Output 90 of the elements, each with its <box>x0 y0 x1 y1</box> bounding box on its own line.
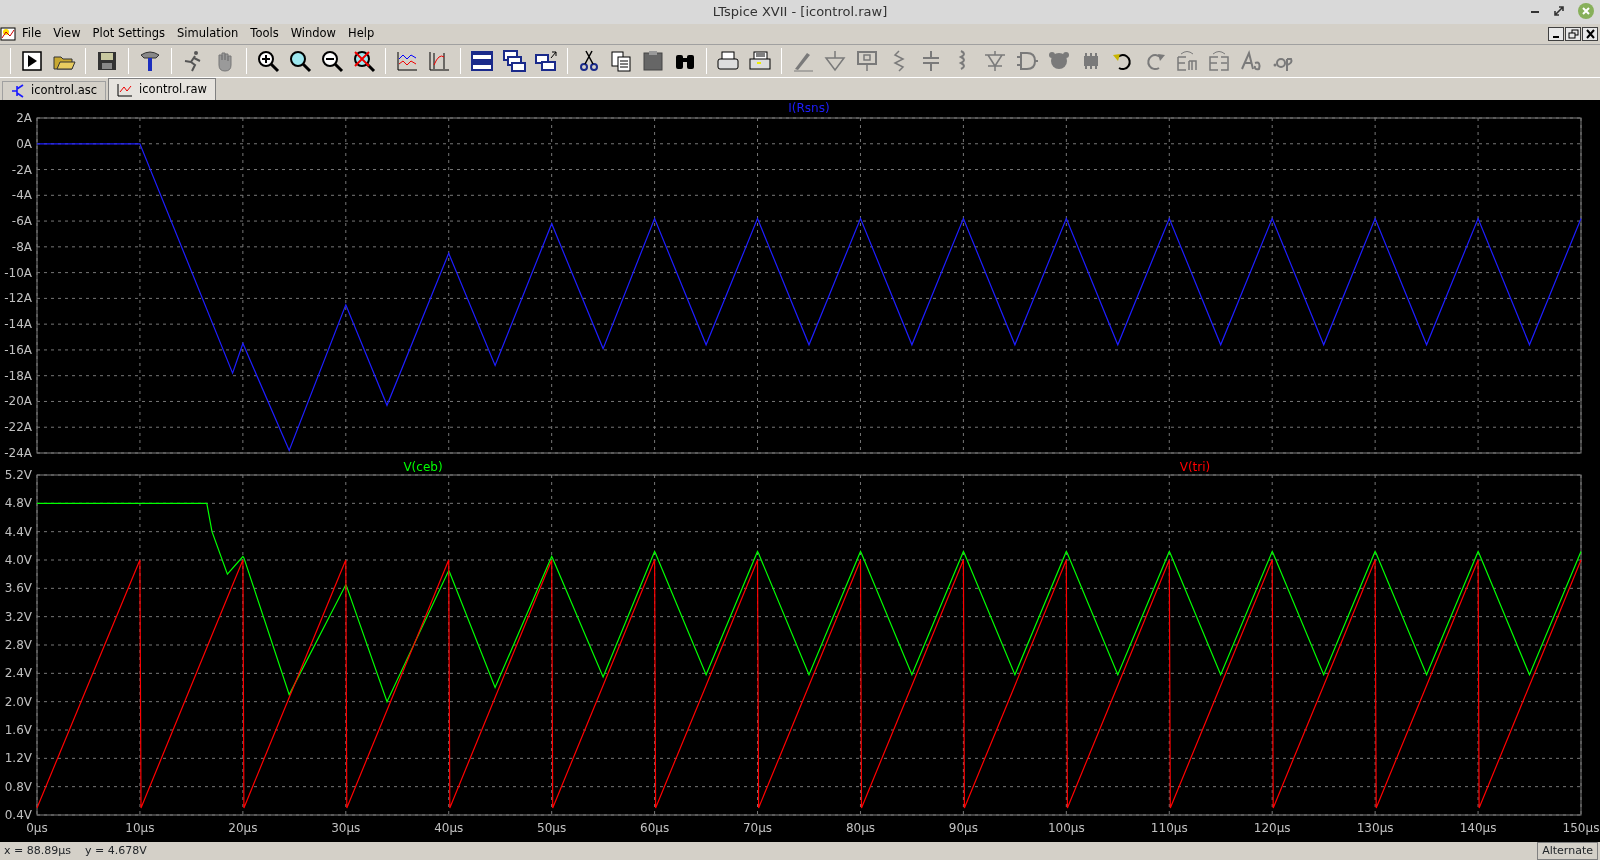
mode-indicator: Alternate <box>1537 841 1598 860</box>
axis-tick-label: -2A <box>11 162 32 177</box>
axis-tick-label: 3.6V <box>4 581 32 596</box>
cursor-x-readout: x = 88.89µs <box>4 842 71 859</box>
scissors-icon[interactable] <box>577 49 601 73</box>
axis-tick-label: 2A <box>16 111 32 125</box>
close-icon <box>1584 29 1596 39</box>
ground-icon[interactable] <box>823 49 847 73</box>
cursor-plot-icon[interactable] <box>427 49 451 73</box>
play-icon[interactable] <box>20 49 44 73</box>
axis-tick-label: -14A <box>4 317 32 332</box>
gate-icon[interactable] <box>1015 49 1039 73</box>
arrange-icon[interactable] <box>534 49 558 73</box>
zoom-out-icon[interactable] <box>320 49 344 73</box>
axis-tick-label: -18A <box>4 368 32 383</box>
axis-tick-label: 70µs <box>742 821 773 835</box>
tile-icon[interactable] <box>470 49 494 73</box>
axis-tick-label: -4A <box>11 188 32 203</box>
diode-icon[interactable] <box>983 49 1007 73</box>
axis-tick-label: 4.8V <box>4 496 32 511</box>
axis-tick-label: -6A <box>11 214 32 229</box>
axis-tick-label: 2.0V <box>4 694 32 709</box>
axis-tick-label: 0µs <box>26 821 48 835</box>
axis-tick-label: 140µs <box>1459 821 1497 835</box>
printer-icon[interactable] <box>716 49 740 73</box>
menu-item[interactable]: Simulation <box>171 25 245 43</box>
axis-tick-label: -16A <box>4 342 32 357</box>
axis-tick-label: 1.2V <box>4 751 32 766</box>
axis-tick-label: -12A <box>4 291 32 306</box>
save-icon[interactable] <box>95 49 119 73</box>
trace-label[interactable]: V(tri) <box>1179 460 1211 474</box>
print-preview-icon[interactable] <box>748 49 772 73</box>
waveform-icon[interactable] <box>395 49 419 73</box>
axis-tick-label: 5.2V <box>4 468 32 482</box>
axis-tick-label: 130µs <box>1356 821 1394 835</box>
cursor-y-readout: y = 4.678V <box>84 842 147 859</box>
axis-tick-label: 0.4V <box>4 808 32 822</box>
app-icon[interactable] <box>0 26 16 42</box>
axis-tick-label: 20µs <box>228 821 258 835</box>
minimize-icon <box>1553 36 1559 38</box>
menu-item[interactable]: Help <box>342 25 381 43</box>
menu-item[interactable]: Window <box>284 25 342 43</box>
axis-tick-label: 50µs <box>537 821 567 835</box>
document-tab[interactable]: icontrol.raw <box>108 78 216 100</box>
axis-tick-label: 4.4V <box>4 524 32 539</box>
window-title: LTspice XVII - [icontrol.raw] <box>712 3 888 22</box>
minimize-button[interactable] <box>1548 27 1564 41</box>
axis-tick-label: 80µs <box>845 821 876 835</box>
axis-tick-label: -10A <box>4 265 32 280</box>
axis-tick-label: 100µs <box>1047 821 1085 835</box>
axis-tick-label: 2.8V <box>4 638 32 652</box>
axis-tick-label: 120µs <box>1253 821 1291 835</box>
restore-icon <box>1567 29 1579 39</box>
axis-tick-label: 150µs <box>1562 821 1600 835</box>
zoom-icon[interactable] <box>288 49 312 73</box>
restore-button[interactable] <box>1565 27 1581 41</box>
menu-item[interactable]: View <box>47 25 87 43</box>
waveform-icon <box>117 82 134 97</box>
menu-item[interactable]: Tools <box>244 25 285 43</box>
zoom-cancel-icon[interactable] <box>352 49 376 73</box>
axis-tick-label: 0.8V <box>4 779 32 794</box>
axis-tick-label: 110µs <box>1150 821 1188 835</box>
maximize-icon[interactable] <box>1554 6 1564 16</box>
axis-tick-label: 1.6V <box>4 723 32 737</box>
axis-tick-label: 3.2V <box>4 609 32 624</box>
paste-icon[interactable] <box>641 49 665 73</box>
axis-tick-label: 30µs <box>331 821 361 835</box>
close-button[interactable] <box>1582 27 1598 41</box>
cascade-icon[interactable] <box>502 49 526 73</box>
document-tab[interactable]: icontrol.asc <box>2 81 107 100</box>
copy-icon[interactable] <box>609 49 633 73</box>
trace-label[interactable]: V(ceb) <box>403 460 443 474</box>
axis-tick-label: 2.4V <box>4 666 32 681</box>
label-icon[interactable] <box>855 49 879 73</box>
axis-tick-label: -24A <box>4 446 32 460</box>
axis-tick-label: -20A <box>4 394 32 409</box>
hammer-icon[interactable] <box>138 49 162 73</box>
zoom-in-icon[interactable] <box>256 49 280 73</box>
axis-tick-label: 90µs <box>948 821 978 835</box>
transistor-icon <box>11 84 25 98</box>
axis-tick-label: 10µs <box>125 821 155 835</box>
axis-tick-label: -8A <box>11 239 32 254</box>
axis-tick-label: 40µs <box>434 821 464 835</box>
axis-tick-label: 4.0V <box>4 553 32 567</box>
axis-tick-label: 60µs <box>640 821 670 835</box>
menu-item[interactable]: File <box>16 25 48 43</box>
text-icon[interactable] <box>1239 49 1263 73</box>
menu-item[interactable]: Plot Settings <box>86 25 172 43</box>
axis-tick-label: 0A <box>16 136 32 151</box>
axis-tick-label: -22A <box>4 420 32 435</box>
